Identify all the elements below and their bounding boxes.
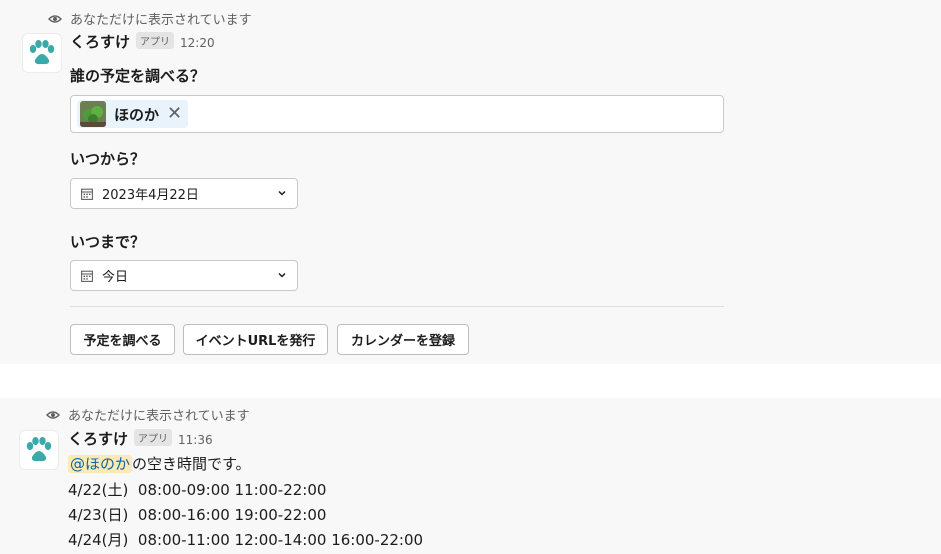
paw-icon — [29, 40, 55, 65]
issue-event-url-button[interactable]: イベントURLを発行 — [183, 324, 328, 355]
result-intro: @ほのか の空き時間です。 — [68, 453, 251, 474]
message-ephemeral-result: あなただけに表示されています くろすけ アプリ 11:36 @ほのか の空き時間で… — [0, 398, 941, 554]
until-datepicker[interactable]: 今日 — [70, 260, 298, 291]
ephemeral-notice: あなただけに表示されています — [48, 9, 252, 28]
calendar-icon — [81, 188, 93, 200]
ephemeral-text: あなただけに表示されています — [70, 13, 252, 28]
ephemeral-text: あなただけに表示されています — [68, 409, 250, 424]
calendar-icon — [81, 270, 93, 282]
free-time-line: 4/22(土) 08:00-09:00 11:00-22:00 — [68, 481, 327, 499]
bot-avatar[interactable] — [22, 33, 62, 73]
message-header: くろすけ アプリ 12:20 — [70, 31, 215, 52]
until-label: いつまで？ — [70, 233, 146, 251]
bot-avatar[interactable] — [19, 430, 59, 470]
eye-icon — [48, 14, 62, 23]
user-avatar — [80, 101, 106, 127]
ephemeral-notice: あなただけに表示されています — [46, 405, 250, 424]
intro-suffix: の空き時間です。 — [132, 455, 251, 473]
who-label: 誰の予定を調べる？ — [70, 67, 206, 85]
app-badge: アプリ — [134, 429, 173, 446]
eye-icon — [46, 410, 60, 419]
paw-icon — [26, 437, 52, 462]
chevron-down-icon — [278, 190, 286, 196]
until-date-value: 今日 — [102, 270, 129, 285]
user-mention[interactable]: @ほのか — [68, 455, 133, 473]
user-multi-select[interactable]: ほのか ✕ — [70, 95, 724, 133]
app-badge: アプリ — [136, 32, 175, 49]
check-schedule-button[interactable]: 予定を調べる — [70, 324, 175, 355]
timestamp[interactable]: 11:36 — [178, 433, 213, 447]
selected-user-chip[interactable]: ほのか ✕ — [77, 100, 189, 128]
free-time-line: 4/24(月) 08:00-11:00 12:00-14:00 16:00-22… — [68, 531, 424, 549]
chevron-down-icon — [278, 272, 286, 278]
message-header: くろすけ アプリ 11:36 — [68, 428, 213, 449]
from-label: いつから？ — [70, 150, 146, 168]
sender-name[interactable]: くろすけ — [70, 31, 130, 52]
timestamp[interactable]: 12:20 — [180, 36, 215, 50]
register-calendar-button[interactable]: カレンダーを登録 — [337, 324, 469, 355]
free-time-line: 4/23(日) 08:00-16:00 19:00-22:00 — [68, 506, 327, 524]
message-ephemeral-form: あなただけに表示されています くろすけ アプリ 12:20 誰の予定を調べる？ — [0, 0, 941, 364]
selected-user-name: ほのか — [114, 105, 160, 124]
from-date-value: 2023年4月22日 — [102, 188, 199, 203]
close-icon[interactable]: ✕ — [167, 105, 182, 123]
sender-name[interactable]: くろすけ — [68, 428, 128, 449]
divider — [70, 306, 724, 307]
from-datepicker[interactable]: 2023年4月22日 — [70, 178, 298, 209]
